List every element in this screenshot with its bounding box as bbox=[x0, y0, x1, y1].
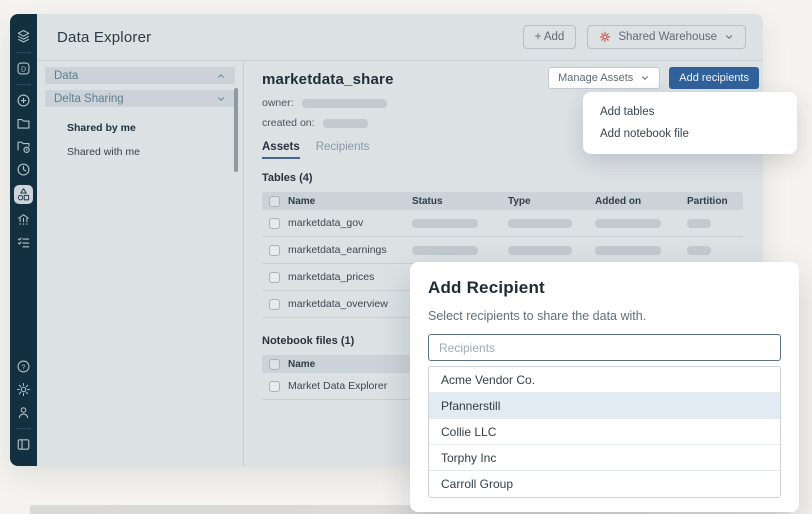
recipient-option[interactable]: Acme Vendor Co. bbox=[429, 367, 780, 393]
partition-placeholder-pill bbox=[687, 218, 711, 228]
status-placeholder-pill bbox=[412, 218, 478, 228]
layers-logo-icon[interactable] bbox=[16, 25, 31, 48]
table-name: marketdata_prices bbox=[288, 271, 375, 283]
table-name: marketdata_earnings bbox=[288, 244, 387, 256]
table-header-row: Name Status Type Added on Partition bbox=[262, 192, 743, 210]
rail-divider bbox=[16, 84, 31, 85]
data-explorer-shapes-icon[interactable] bbox=[14, 185, 33, 204]
chevron-down-icon bbox=[218, 96, 224, 101]
column-header-type: Type bbox=[508, 195, 531, 207]
databricks-d-icon[interactable]: D bbox=[16, 57, 31, 80]
column-header-name: Name bbox=[288, 358, 316, 370]
column-header-status: Status bbox=[412, 195, 443, 207]
help-icon[interactable]: ? bbox=[16, 355, 31, 378]
add-button[interactable]: + Add bbox=[522, 25, 577, 49]
menu-item-add-notebook-file[interactable]: Add notebook file bbox=[583, 123, 797, 145]
add-button-label: + Add bbox=[534, 31, 565, 43]
created-on-label: created on: bbox=[262, 117, 315, 129]
tree-scrollbar[interactable] bbox=[234, 88, 238, 172]
chevron-down-icon bbox=[726, 35, 732, 39]
column-header-added-on: Added on bbox=[595, 195, 642, 207]
warehouse-dropdown[interactable]: Shared Warehouse bbox=[587, 25, 746, 49]
row-checkbox[interactable] bbox=[269, 380, 280, 392]
profile-person-icon[interactable] bbox=[16, 401, 31, 424]
row-checkbox[interactable] bbox=[269, 271, 280, 283]
table-row[interactable]: marketdata_gov bbox=[262, 210, 743, 237]
icon-rail: D ? bbox=[10, 14, 37, 466]
recipients-input[interactable] bbox=[428, 334, 781, 361]
task-list-icon[interactable] bbox=[16, 231, 31, 254]
modal-title: Add Recipient bbox=[428, 278, 545, 297]
manage-assets-label: Manage Assets bbox=[558, 72, 634, 84]
menu-item-add-tables[interactable]: Add tables bbox=[583, 101, 797, 123]
table-name: marketdata_gov bbox=[288, 217, 364, 229]
owner-label: owner: bbox=[262, 97, 294, 109]
page-title: Data Explorer bbox=[57, 28, 152, 46]
chevron-up-icon bbox=[218, 73, 224, 78]
recipient-options-list: Acme Vendor Co. Pfannerstill Collie LLC … bbox=[428, 366, 781, 498]
created-on-placeholder-pill bbox=[322, 118, 368, 128]
tree-item-shared-by-me[interactable]: Shared by me bbox=[45, 122, 235, 134]
add-recipient-modal: Add Recipient Select recipients to share… bbox=[410, 262, 799, 512]
topbar: Data Explorer + Add Shared Warehouse bbox=[37, 14, 763, 60]
row-checkbox[interactable] bbox=[269, 244, 280, 256]
status-placeholder-pill bbox=[412, 245, 478, 255]
select-all-checkbox[interactable] bbox=[269, 195, 280, 207]
recipient-option-highlighted[interactable]: Pfannerstill bbox=[429, 393, 780, 419]
manage-assets-menu: Add tables Add notebook file bbox=[583, 92, 797, 154]
modal-subtitle: Select recipients to share the data with… bbox=[428, 309, 647, 323]
added-on-placeholder-pill bbox=[595, 245, 661, 255]
column-header-partition: Partition bbox=[687, 195, 728, 207]
table-name: marketdata_overview bbox=[288, 298, 388, 310]
new-plus-icon[interactable] bbox=[16, 89, 31, 112]
manage-assets-dropdown[interactable]: Manage Assets bbox=[548, 67, 661, 89]
tree-item-shared-with-me[interactable]: Shared with me bbox=[45, 146, 235, 158]
tab-recipients[interactable]: Recipients bbox=[316, 141, 370, 159]
tree-section-delta-sharing[interactable]: Delta Sharing bbox=[45, 90, 235, 107]
row-checkbox[interactable] bbox=[269, 298, 280, 310]
settings-gear-icon[interactable] bbox=[16, 378, 31, 401]
notebook-name: Market Data Explorer bbox=[288, 380, 388, 392]
recipient-option[interactable]: Carroll Group bbox=[429, 471, 780, 497]
tree-section-data[interactable]: Data bbox=[45, 67, 235, 84]
rail-divider bbox=[16, 428, 31, 429]
table-row[interactable]: marketdata_earnings bbox=[262, 237, 743, 264]
recents-clock-icon[interactable] bbox=[16, 158, 31, 181]
rail-divider bbox=[16, 52, 31, 53]
add-recipients-button[interactable]: Add recipients bbox=[669, 67, 759, 89]
chevron-down-icon bbox=[642, 76, 649, 80]
navigation-tree: Data Delta Sharing Shared by me Shared w… bbox=[37, 61, 243, 466]
folder-icon[interactable] bbox=[16, 112, 31, 135]
tree-section-label: Delta Sharing bbox=[54, 92, 124, 105]
select-all-checkbox[interactable] bbox=[269, 358, 280, 370]
svg-text:D: D bbox=[21, 67, 26, 74]
org-workflows-icon[interactable] bbox=[16, 208, 31, 231]
type-placeholder-pill bbox=[508, 245, 572, 255]
type-placeholder-pill bbox=[508, 218, 572, 228]
tables-section-title: Tables (4) bbox=[262, 172, 313, 184]
warehouse-label: Shared Warehouse bbox=[618, 31, 717, 43]
recipient-option[interactable]: Collie LLC bbox=[429, 419, 780, 445]
partition-placeholder-pill bbox=[687, 245, 711, 255]
row-checkbox[interactable] bbox=[269, 217, 280, 229]
folder-sync-icon[interactable] bbox=[16, 135, 31, 158]
added-on-placeholder-pill bbox=[595, 218, 661, 228]
recipient-option[interactable]: Torphy Inc bbox=[429, 445, 780, 471]
tab-assets[interactable]: Assets bbox=[262, 141, 300, 159]
panel-toggle-icon[interactable] bbox=[16, 433, 31, 456]
svg-text:?: ? bbox=[22, 364, 26, 371]
warehouse-status-icon bbox=[600, 31, 611, 43]
tree-section-label: Data bbox=[54, 69, 79, 82]
owner-placeholder-pill bbox=[301, 98, 387, 108]
column-header-name: Name bbox=[288, 195, 316, 207]
